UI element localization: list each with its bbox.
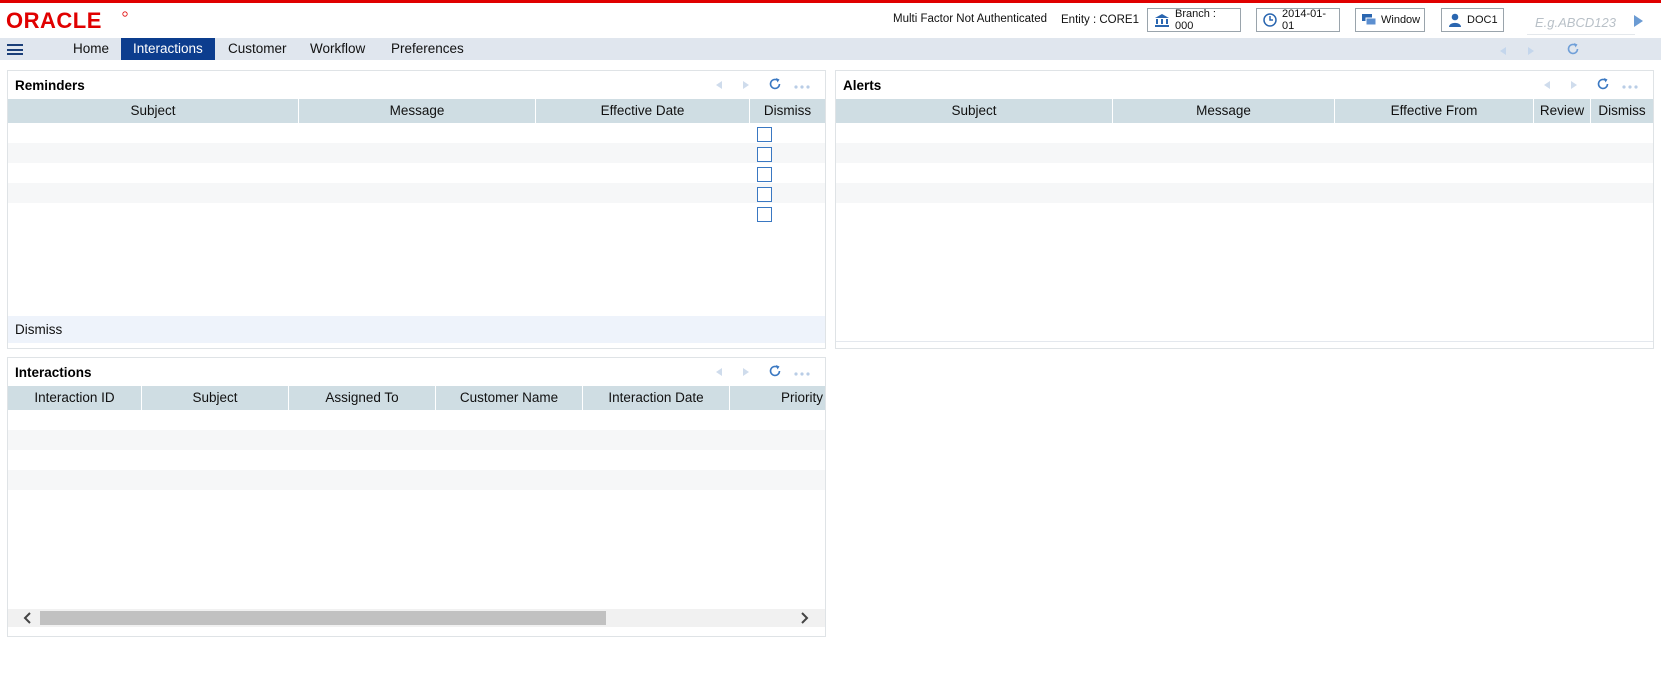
table-row: [836, 143, 1653, 163]
more-options-icon[interactable]: [794, 78, 810, 93]
prev-page-icon[interactable]: [1542, 78, 1552, 93]
prev-page-icon[interactable]: [714, 78, 724, 93]
alerts-table-body: [836, 123, 1653, 203]
next-page-icon[interactable]: [741, 78, 751, 93]
column-header[interactable]: Dismiss: [1591, 99, 1653, 123]
more-options-icon[interactable]: [794, 365, 810, 380]
scrollbar-thumb[interactable]: [40, 611, 606, 625]
window-icon: [1362, 14, 1376, 26]
mfa-status: Multi Factor Not Authenticated: [893, 13, 1048, 25]
branch-button[interactable]: Branch : 000: [1147, 8, 1241, 32]
table-row: [8, 470, 825, 490]
scroll-right-icon[interactable]: [798, 612, 810, 624]
next-page-icon[interactable]: [1569, 78, 1579, 93]
column-header[interactable]: Dismiss: [750, 99, 825, 123]
alerts-panel: Alerts Subject Message Effective From Re…: [835, 70, 1654, 349]
hamburger-menu-icon[interactable]: [7, 44, 23, 55]
alerts-table-header: Subject Message Effective From Review Di…: [836, 99, 1653, 123]
column-header[interactable]: Message: [299, 99, 536, 123]
interactions-title: Interactions: [15, 365, 92, 380]
nav-next-icon[interactable]: [1526, 44, 1536, 59]
column-header[interactable]: Customer Name: [436, 386, 583, 410]
table-row: [8, 203, 825, 223]
dismiss-checkbox[interactable]: [757, 127, 772, 142]
table-row: [8, 183, 825, 203]
refresh-icon[interactable]: [768, 364, 782, 381]
bank-icon: [1154, 13, 1170, 27]
nav-prev-icon[interactable]: [1498, 44, 1508, 59]
interactions-table-body: [8, 410, 825, 490]
dismiss-checkbox[interactable]: [757, 167, 772, 182]
user-label: DOC1: [1467, 14, 1498, 26]
window-button[interactable]: Window: [1355, 8, 1425, 32]
table-row: [8, 163, 825, 183]
reminders-panel: Reminders Subject Message Effective Date…: [7, 70, 826, 349]
dismiss-checkbox[interactable]: [757, 207, 772, 222]
dismiss-checkbox[interactable]: [757, 147, 772, 162]
column-header[interactable]: Effective Date: [536, 99, 750, 123]
search-input[interactable]: [1527, 11, 1635, 35]
table-row: [836, 123, 1653, 143]
table-row: [8, 450, 825, 470]
clock-icon: [1263, 13, 1277, 27]
table-row: [8, 143, 825, 163]
panel-divider: [836, 341, 1653, 342]
more-options-icon[interactable]: [1622, 78, 1638, 93]
dismiss-checkbox[interactable]: [757, 187, 772, 202]
interactions-table-header: Interaction ID Subject Assigned To Custo…: [8, 386, 825, 410]
user-button[interactable]: DOC1: [1441, 8, 1504, 32]
interactions-panel: Interactions Interaction ID Subject Assi…: [7, 357, 826, 637]
window-label: Window: [1381, 14, 1421, 26]
next-page-icon[interactable]: [741, 365, 751, 380]
date-button[interactable]: 2014-01-01: [1256, 8, 1340, 32]
nav-refresh-icon[interactable]: [1566, 42, 1580, 59]
column-header[interactable]: Priority: [730, 386, 825, 410]
prev-page-icon[interactable]: [714, 365, 724, 380]
nav-preferences[interactable]: Preferences: [379, 38, 476, 60]
dismiss-footer-button[interactable]: Dismiss: [8, 316, 825, 343]
user-icon: [1448, 13, 1462, 27]
alerts-toolbar: [1542, 77, 1638, 94]
reminders-table-body: [8, 123, 825, 223]
column-header[interactable]: Subject: [8, 99, 299, 123]
column-header[interactable]: Subject: [836, 99, 1113, 123]
column-header[interactable]: Interaction Date: [583, 386, 730, 410]
scroll-left-icon[interactable]: [22, 612, 34, 624]
main-nav: Home Interactions Customer Workflow Pref…: [0, 38, 1661, 60]
entity-label: Entity : CORE1: [1061, 14, 1139, 26]
column-header[interactable]: Message: [1113, 99, 1335, 123]
nav-home[interactable]: Home: [61, 38, 121, 60]
horizontal-scrollbar[interactable]: [8, 609, 825, 627]
column-header[interactable]: Effective From: [1335, 99, 1534, 123]
table-row: [8, 410, 825, 430]
oracle-logo: ORACLE: [6, 8, 130, 32]
interactions-toolbar: [714, 364, 810, 381]
column-header[interactable]: Assigned To: [289, 386, 436, 410]
go-arrow-icon[interactable]: [1634, 15, 1643, 27]
column-header[interactable]: Interaction ID: [8, 386, 142, 410]
branch-label: Branch : 000: [1175, 8, 1216, 32]
column-header[interactable]: Subject: [142, 386, 289, 410]
refresh-icon[interactable]: [768, 77, 782, 94]
nav-customer[interactable]: Customer: [216, 38, 299, 60]
reminders-table-header: Subject Message Effective Date Dismiss: [8, 99, 825, 123]
nav-workflow[interactable]: Workflow: [298, 38, 377, 60]
top-bar: ORACLE Multi Factor Not Authenticated En…: [0, 3, 1661, 38]
table-row: [8, 123, 825, 143]
svg-text:ORACLE: ORACLE: [6, 8, 102, 32]
table-row: [836, 183, 1653, 203]
column-header[interactable]: Review: [1534, 99, 1591, 123]
reminders-title: Reminders: [15, 78, 85, 93]
table-row: [836, 163, 1653, 183]
refresh-icon[interactable]: [1596, 77, 1610, 94]
alerts-title: Alerts: [843, 78, 882, 93]
table-row: [8, 430, 825, 450]
date-label: 2014-01-01: [1282, 8, 1327, 32]
nav-interactions[interactable]: Interactions: [121, 38, 215, 60]
reminders-toolbar: [714, 77, 810, 94]
